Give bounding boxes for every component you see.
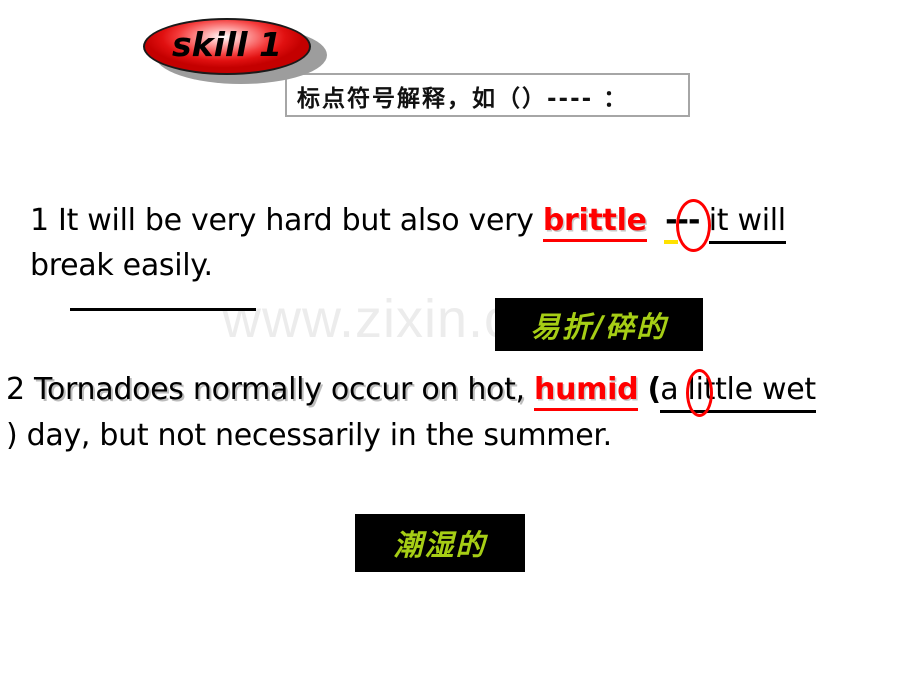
red-circle-dashes — [676, 199, 711, 252]
gloss-box-1-text: 易折/碎的 — [530, 309, 668, 344]
skill-badge-label: skill 1 — [172, 25, 282, 64]
sentence-1-lead-text: It will be very hard but also very — [58, 203, 543, 238]
sentence-2-number: 2 — [6, 372, 25, 407]
sentence-1-gap — [647, 203, 665, 238]
sentence-2-trail-text: a little wet — [660, 372, 816, 413]
sentence-2-punctuation: ( — [647, 372, 662, 407]
red-circle-parenthesis — [686, 369, 713, 417]
prompt-box-text: 标点符号解释，如（）---- ： — [297, 86, 629, 112]
blank-answer-rule — [70, 308, 256, 311]
sentence-1-line-1: 1 It will be very hard but also very bri… — [30, 203, 786, 244]
highlight-stub — [664, 240, 678, 244]
sentence-1-number: 1 — [30, 203, 49, 238]
sentence-2-line-2: ) day, but not necessarily in the summer… — [6, 418, 612, 453]
skill-badge: skill 1 — [143, 18, 328, 84]
gloss-box-1: 易折/碎的 — [495, 298, 703, 351]
gloss-box-2: 潮湿的 — [355, 514, 525, 572]
sentence-2-lead-text: Tornadoes normally occur on hot, — [34, 372, 535, 407]
sentence-2-space — [25, 372, 34, 407]
sentence-2-gap — [638, 372, 647, 407]
sentence-1-text-before — [49, 203, 58, 238]
prompt-box: 标点符号解释，如（）---- ： — [285, 73, 690, 117]
sentence-1-trail-text: it will — [708, 203, 786, 244]
gloss-box-2-text: 潮湿的 — [393, 528, 487, 562]
sentence-1-keyword: brittle — [542, 203, 647, 242]
sentence-2-keyword: humid — [534, 372, 639, 411]
sentence-1-line-2: break easily. — [30, 248, 213, 283]
slide-canvas: www.zixin.com skill 1 标点符号解释，如（）---- ： 1… — [0, 0, 920, 690]
